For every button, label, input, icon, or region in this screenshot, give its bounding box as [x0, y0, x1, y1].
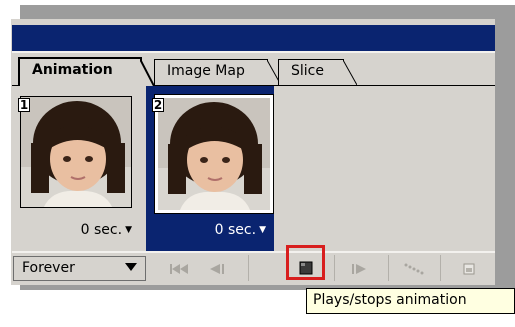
frame-delay-value: 0 sec.: [214, 222, 257, 238]
new-frame-button[interactable]: [456, 256, 482, 281]
frame-number: 2: [152, 98, 164, 112]
frame-number: 1: [18, 98, 30, 112]
rewind-to-first-icon: [170, 264, 188, 274]
tab-label: Animation: [32, 62, 113, 78]
tab-label: Slice: [291, 63, 324, 79]
toolbar-divider: [248, 255, 249, 281]
new-frame-icon: [463, 263, 475, 275]
previous-frame-icon: [210, 264, 224, 274]
play-stop-highlight: [286, 245, 325, 280]
previous-frame-button[interactable]: [204, 256, 230, 281]
frame-delay-value: 0 sec.: [80, 222, 123, 238]
frames-strip: 1 0 sec. ▼ 2 0 sec. ▼: [12, 86, 495, 251]
animation-frame-2[interactable]: 2 0 sec. ▼: [146, 86, 274, 251]
tween-icon: [404, 263, 424, 275]
toolbar-top-edge: [12, 251, 495, 253]
next-frame-icon: [352, 264, 366, 274]
tween-button[interactable]: [400, 256, 426, 281]
chevron-down-icon: [125, 263, 137, 271]
toolbar-divider: [334, 255, 335, 281]
loop-options-select[interactable]: Forever: [13, 256, 146, 281]
frame-delay[interactable]: 0 sec. ▼: [81, 222, 132, 238]
tab-animation[interactable]: Animation: [18, 57, 154, 86]
tab-slope: [140, 59, 154, 86]
delay-dropdown-icon: ▼: [125, 225, 132, 235]
toolbar-divider: [440, 255, 441, 281]
palette-tabs: Animation Image Map Slice: [12, 53, 495, 86]
next-frame-button[interactable]: [346, 256, 372, 281]
delay-dropdown-icon: ▼: [259, 225, 266, 235]
tab-slope: [343, 60, 357, 85]
frame-delay[interactable]: 0 sec. ▼: [215, 222, 266, 238]
play-stop-tooltip: Plays/stops animation: [306, 288, 515, 314]
tab-label: Image Map: [167, 63, 245, 79]
screenshot-stage: Animation Image Map Slice 1 0 sec. ▼ 2 0…: [0, 0, 515, 327]
animation-frame-1[interactable]: 1 0 sec. ▼: [12, 86, 140, 251]
rewind-button[interactable]: [166, 256, 192, 281]
child-portrait-image: [21, 97, 131, 207]
loop-value: Forever: [22, 260, 75, 276]
frame-thumbnail[interactable]: [154, 94, 274, 214]
tab-slice[interactable]: Slice: [278, 59, 357, 85]
tab-image-map[interactable]: Image Map: [154, 59, 281, 85]
animation-toolbar: Forever: [12, 251, 495, 285]
palette-title-bar[interactable]: [12, 25, 495, 51]
toolbar-divider: [388, 255, 389, 281]
child-portrait-image: [158, 98, 270, 210]
frame-thumbnail[interactable]: [20, 96, 132, 208]
